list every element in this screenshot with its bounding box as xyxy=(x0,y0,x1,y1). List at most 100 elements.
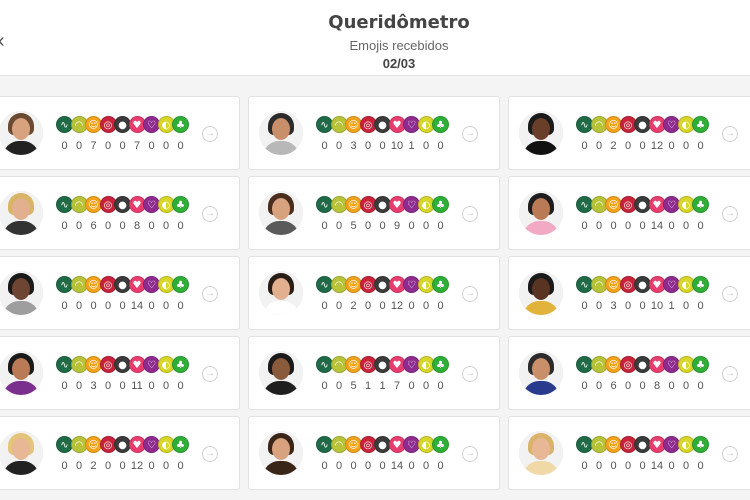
avatar xyxy=(0,351,43,395)
emoji-row: ∿ ◠ ☺ ◎ ● ♥ ♡ ◐ ♣ xyxy=(576,356,709,374)
avatar xyxy=(0,431,43,475)
avatar xyxy=(259,271,303,315)
participant-card[interactable]: ∿ ◠ ☺ ◎ ● ♥ ♡ ◐ ♣ 0 0 3 0 0 11 0 0 0 → xyxy=(0,336,240,410)
emoji-count: 0 xyxy=(437,140,444,152)
emoji-count: 0 xyxy=(177,380,184,392)
arrow-right-circle-icon[interactable]: → xyxy=(462,126,478,142)
arrow-right-circle-icon[interactable]: → xyxy=(722,366,738,382)
emoji-count: 0 xyxy=(697,380,704,392)
emoji-row: ∿ ◠ ☺ ◎ ● ♥ ♡ ◐ ♣ xyxy=(576,196,709,214)
emoji-row: ∿ ◠ ☺ ◎ ● ♥ ♡ ◐ ♣ xyxy=(56,436,189,454)
avatar xyxy=(259,351,303,395)
avatar xyxy=(259,111,303,155)
emoji-counts: 0 0 3 0 0 10 1 0 0 xyxy=(316,139,448,153)
participant-card[interactable]: ∿ ◠ ☺ ◎ ● ♥ ♡ ◐ ♣ 0 0 0 0 0 14 0 0 0 → xyxy=(248,416,500,490)
plant-icon: ♣ xyxy=(172,356,189,373)
plant-icon: ♣ xyxy=(692,436,709,453)
avatar xyxy=(519,351,563,395)
emoji-counts: 0 0 0 0 0 14 0 0 0 xyxy=(316,459,448,473)
arrow-right-circle-icon[interactable]: → xyxy=(722,126,738,142)
emoji-count: 0 xyxy=(697,220,704,232)
emoji-counts: 005009000 xyxy=(316,219,448,233)
emoji-row: ∿ ◠ ☺ ◎ ● ♥ ♡ ◐ ♣ xyxy=(56,276,189,294)
participant-card[interactable]: ∿ ◠ ☺ ◎ ● ♥ ♡ ◐ ♣ 0 0 0 0 0 14 0 0 0 → xyxy=(508,176,750,250)
participant-card[interactable]: ∿ ◠ ☺ ◎ ● ♥ ♡ ◐ ♣ 0 0 6 0 0 8 0 0 0 → xyxy=(508,336,750,410)
plant-icon: ♣ xyxy=(432,436,449,453)
emoji-row: ∿ ◠ ☺ ◎ ● ♥ ♡ ◐ ♣ xyxy=(56,196,189,214)
participant-card[interactable]: ∿ ◠ ☺ ◎ ● ♥ ♡ ◐ ♣ 0 0 2 0 0 12 0 0 0 → xyxy=(248,256,500,330)
plant-icon: ♣ xyxy=(172,116,189,133)
plant-icon: ♣ xyxy=(432,116,449,133)
avatar xyxy=(519,431,563,475)
plant-icon: ♣ xyxy=(172,276,189,293)
avatar xyxy=(259,431,303,475)
plant-icon: ♣ xyxy=(432,356,449,373)
emoji-count: 0 xyxy=(697,300,704,312)
arrow-right-circle-icon[interactable]: → xyxy=(462,366,478,382)
arrow-right-circle-icon[interactable]: → xyxy=(722,206,738,222)
emoji-row: ∿ ◠ ☺ ◎ ● ♥ ♡ ◐ ♣ xyxy=(316,356,449,374)
emoji-count: 0 xyxy=(177,300,184,312)
emoji-counts: 0 0 2 0 0 12 0 0 0 xyxy=(576,139,708,153)
page-title: Queridômetro xyxy=(328,12,470,33)
emoji-row: ∿ ◠ ☺ ◎ ● ♥ ♡ ◐ ♣ xyxy=(56,356,189,374)
participant-card[interactable]: ∿ ◠ ☺ ◎ ● ♥ ♡ ◐ ♣ 0 0 7 0 0 7 0 0 0 → xyxy=(0,96,240,170)
emoji-count: 0 xyxy=(437,380,444,392)
participant-card[interactable]: ∿ ◠ ☺ ◎ ● ♥ ♡ ◐ ♣ 0 0 2 0 0 12 0 0 0 → xyxy=(508,96,750,170)
plant-icon: ♣ xyxy=(692,356,709,373)
emoji-row: ∿ ◠ ☺ ◎ ● ♥ ♡ ◐ ♣ xyxy=(56,116,189,134)
plant-icon: ♣ xyxy=(432,276,449,293)
plant-icon: ♣ xyxy=(692,196,709,213)
participant-card[interactable]: ∿ ◠ ☺ ◎ ● ♥ ♡ ◐ ♣ 0 0 2 0 0 12 0 0 0 → xyxy=(0,416,240,490)
participant-card[interactable]: ∿ ◠ ☺ ◎ ● ♥ ♡ ◐ ♣ 0 0 5 0 0 9 0 0 0 → xyxy=(248,176,500,250)
participant-card[interactable]: ∿ ◠ ☺ ◎ ● ♥ ♡ ◐ ♣ 0 0 6 0 0 8 0 0 0 → xyxy=(0,176,240,250)
arrow-right-circle-icon[interactable]: → xyxy=(462,286,478,302)
emoji-counts: 0 0 0 0 0 14 0 0 0 xyxy=(576,459,708,473)
page-header: ‹ Queridômetro Emojis recebidos 02/03 xyxy=(0,0,750,76)
participant-card[interactable]: ∿ ◠ ☺ ◎ ● ♥ ♡ ◐ ♣ 0 0 5 1 1 7 0 0 0 → xyxy=(248,336,500,410)
emoji-counts: 0 0 3 0 0 10 1 0 0 xyxy=(576,299,708,313)
emoji-counts: 0 0 2 0 0 12 0 0 0 xyxy=(56,459,188,473)
emoji-count: 0 xyxy=(437,220,444,232)
emoji-counts: 0 0 2 0 0 12 0 0 0 xyxy=(316,299,448,313)
arrow-right-circle-icon[interactable]: → xyxy=(462,446,478,462)
emoji-counts: 0 0 0 0 0 14 0 0 0 xyxy=(576,219,708,233)
page-date: 02/03 xyxy=(382,56,416,71)
emoji-counts: 0 0 3 0 0 11 0 0 0 xyxy=(56,379,188,393)
emoji-row: ∿ ◠ ☺ ◎ ● ♥ ♡ ◐ ♣ xyxy=(316,436,449,454)
plant-icon: ♣ xyxy=(172,436,189,453)
emoji-counts: 007007000 xyxy=(56,139,188,153)
avatar xyxy=(259,191,303,235)
emoji-count: 0 xyxy=(177,460,184,472)
emoji-count: 0 xyxy=(177,220,184,232)
arrow-right-circle-icon[interactable]: → xyxy=(202,126,218,142)
arrow-right-circle-icon[interactable]: → xyxy=(722,446,738,462)
avatar xyxy=(0,111,43,155)
plant-icon: ♣ xyxy=(172,196,189,213)
arrow-right-circle-icon[interactable]: → xyxy=(202,206,218,222)
plant-icon: ♣ xyxy=(692,276,709,293)
emoji-row: ∿ ◠ ☺ ◎ ● ♥ ♡ ◐ ♣ xyxy=(576,276,709,294)
avatar xyxy=(0,191,43,235)
arrow-right-circle-icon[interactable]: → xyxy=(202,366,218,382)
emoji-count: 0 xyxy=(177,140,184,152)
arrow-right-circle-icon[interactable]: → xyxy=(202,286,218,302)
arrow-right-circle-icon[interactable]: → xyxy=(722,286,738,302)
emoji-counts: 0 0 0 0 0 14 0 0 0 xyxy=(56,299,188,313)
emoji-counts: 006008000 xyxy=(576,379,708,393)
page-subtitle: Emojis recebidos xyxy=(349,38,449,53)
participant-card[interactable]: ∿ ◠ ☺ ◎ ● ♥ ♡ ◐ ♣ 0 0 3 0 0 10 1 0 0 → xyxy=(508,256,750,330)
emoji-counts: 005117000 xyxy=(316,379,448,393)
emoji-row: ∿ ◠ ☺ ◎ ● ♥ ♡ ◐ ♣ xyxy=(316,276,449,294)
arrow-right-circle-icon[interactable]: → xyxy=(462,206,478,222)
participant-card[interactable]: ∿ ◠ ☺ ◎ ● ♥ ♡ ◐ ♣ 0 0 3 0 0 10 1 0 0 → xyxy=(248,96,500,170)
arrow-right-circle-icon[interactable]: → xyxy=(202,446,218,462)
emoji-count: 0 xyxy=(437,460,444,472)
avatar xyxy=(0,271,43,315)
participant-card[interactable]: ∿ ◠ ☺ ◎ ● ♥ ♡ ◐ ♣ 0 0 0 0 0 14 0 0 0 → xyxy=(508,416,750,490)
participant-card[interactable]: ∿ ◠ ☺ ◎ ● ♥ ♡ ◐ ♣ 0 0 0 0 0 14 0 0 0 → xyxy=(0,256,240,330)
avatar xyxy=(519,191,563,235)
emoji-row: ∿ ◠ ☺ ◎ ● ♥ ♡ ◐ ♣ xyxy=(576,436,709,454)
plant-icon: ♣ xyxy=(432,196,449,213)
emoji-counts: 006008000 xyxy=(56,219,188,233)
